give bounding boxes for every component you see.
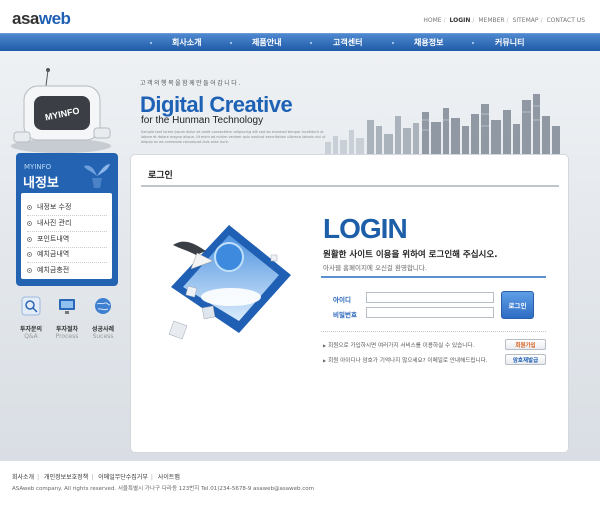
login-illustration [168,225,291,340]
login-divider [321,276,546,278]
side-menu-deposits[interactable]: 예치금내역 [27,249,69,259]
robot-monitor-image: MYINFO [11,68,111,153]
plant-icon [84,164,110,188]
id-input[interactable] [366,292,494,303]
side-panel-title: 내정보 [23,176,59,191]
utility-links: HOME / LOGIN / MEMBER / SITEMAP / CONTACT US [423,17,585,24]
side-menu-charge[interactable]: 예치금충전 [27,265,69,275]
quick-success[interactable]: 성공사례 Sucess [86,296,120,340]
footer-link-company[interactable]: 회사소개 [12,474,34,481]
link-contact[interactable]: CONTACT US [546,17,585,24]
password-label: 비밀번호 [333,311,357,319]
content-panel: 로그인 LOGIN 원활한 사이트 이용을 위하여 로그인해 주십시오. 아사웹… [130,154,569,453]
nav-company[interactable]: 회사소개 [172,37,201,48]
reset-password-button[interactable]: 암호재발급 [505,354,546,365]
login-welcome: 아사웹 홈페이지에 오신걸 환영합니다. [323,264,427,272]
link-member[interactable]: MEMBER [478,17,504,24]
bullet-icon [27,204,32,210]
password-input[interactable] [366,307,494,318]
divider [321,331,546,332]
link-sitemap[interactable]: SITEMAP [513,17,539,24]
login-message: 원활한 사이트 이용을 위하여 로그인해 주십시오. [323,250,498,260]
bullet-icon [27,236,32,242]
globe-icon [95,298,111,314]
quick-qna[interactable]: 투자문의 Q&A [14,296,48,340]
city-skyline-image [325,94,560,158]
visual-tagline: 고객의행복을함께만들어갑니다. [140,80,242,87]
side-menu: 내정보 수정 내사진 관리 포인트내역 예치금내역 예치금충전 [21,193,112,279]
link-home[interactable]: HOME [423,17,441,24]
id-label: 아이디 [333,296,351,304]
title-divider [141,185,559,187]
visual-description: Sample text lorem ipsum dolor sit amet c… [141,130,326,144]
bullet-icon [27,251,32,257]
quick-links: 투자문의 Q&A 투자절차 Process 성공사례 Sucess [14,296,120,346]
nav-community[interactable]: 커뮤니티 [495,37,524,48]
quick-process[interactable]: 투자절차 Process [50,296,84,340]
side-menu-photos[interactable]: 내사진 관리 [27,218,71,228]
login-heading: LOGIN [323,213,408,244]
bullet-icon [27,267,32,273]
login-button[interactable]: 로그인 [501,291,534,319]
page-title: 로그인 [148,171,173,181]
footer-links: 회사소개 | 개인정보보호정책 | 이메일무단수집거부 | 사이트맵 [12,474,180,481]
nav-careers[interactable]: 채용정보 [414,37,443,48]
site-logo[interactable]: asaweb [12,9,71,29]
password-note: 회원 아이디나 암호가 기억나지 않으세요? 이메일로 안내해드립니다. [323,356,488,364]
footer-link-sitemap[interactable]: 사이트맵 [158,474,180,481]
top-bar: asaweb HOME / LOGIN / MEMBER / SITEMAP / CON… [0,0,600,33]
monitor-icon [59,299,75,314]
link-login[interactable]: LOGIN [450,17,471,24]
footer-link-email-policy[interactable]: 이메일무단수집거부 [98,474,148,481]
visual-subtitle: for the Hunman Technology [141,115,264,126]
footer-copyright: ASAweb company. All rights reserved. 서울특… [12,486,315,492]
signup-button[interactable]: 회원가입 [505,339,546,350]
main-nav: 회사소개 제품안내 고객센터 채용정보 커뮤니티 [0,33,600,51]
nav-support[interactable]: 고객센터 [333,37,362,48]
side-panel-title-en: MYINFO [24,163,52,171]
magnifier-icon [21,296,41,316]
bullet-icon [27,220,32,226]
side-menu-points[interactable]: 포인트내역 [27,234,69,244]
side-menu-edit-info[interactable]: 내정보 수정 [27,202,71,212]
signup-note: 회원으로 가입하시면 여러가지 서비스를 이용하실 수 있습니다. [323,341,474,349]
footer-link-privacy[interactable]: 개인정보보호정책 [44,474,88,481]
footer: 회사소개 | 개인정보보호정책 | 이메일무단수집거부 | 사이트맵 ASAweb c… [0,461,600,512]
nav-products[interactable]: 제품안내 [252,37,281,48]
